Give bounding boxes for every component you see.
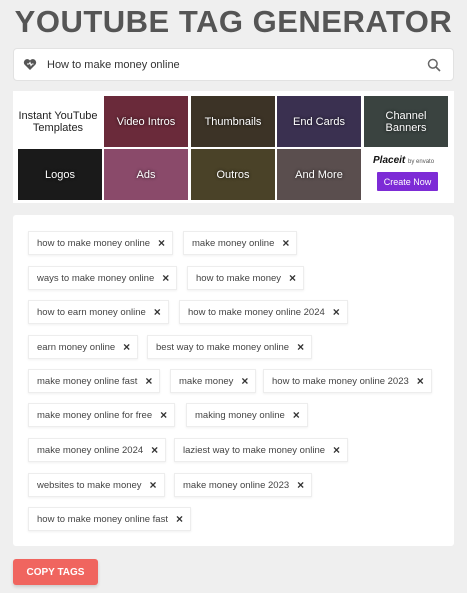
- tile-and-more[interactable]: And More: [277, 149, 361, 200]
- tag-label: ways to make money online: [37, 272, 155, 284]
- tag-label: make money: [179, 375, 234, 387]
- tag-item: laziest way to make money online ×: [174, 438, 349, 462]
- tag-item: earn money online ×: [28, 335, 139, 359]
- close-icon[interactable]: ×: [150, 479, 157, 491]
- close-icon[interactable]: ×: [145, 375, 152, 387]
- close-icon[interactable]: ×: [158, 237, 165, 249]
- copy-tags-button[interactable]: COPY TAGS: [13, 559, 98, 585]
- search-input[interactable]: [47, 49, 427, 80]
- tag-item: ways to make money online ×: [28, 266, 178, 290]
- close-icon[interactable]: ×: [333, 306, 340, 318]
- tag-label: make money online 2023: [183, 479, 290, 491]
- templates-lead-label: Instant YouTube Templates: [16, 96, 100, 147]
- tile-video-intros[interactable]: Video Intros: [104, 96, 188, 147]
- tag-item: how to make money online ×: [28, 231, 174, 255]
- tag-label: how to make money online fast: [37, 513, 168, 525]
- close-icon[interactable]: ×: [123, 341, 130, 353]
- tile-ads[interactable]: Ads: [104, 149, 188, 200]
- page-title: YOUTUBE TAG GENERATOR: [14, 4, 453, 39]
- close-icon[interactable]: ×: [333, 444, 340, 456]
- tag-label: make money online fast: [37, 375, 138, 387]
- tag-item: how to make money online 2023 ×: [263, 369, 432, 393]
- tile-logos[interactable]: Logos: [18, 149, 102, 200]
- close-icon[interactable]: ×: [297, 479, 304, 491]
- tag-item: how to make money online 2024 ×: [179, 300, 348, 324]
- tag-item: make money online for free ×: [28, 403, 176, 427]
- tag-item: best way to make money online ×: [147, 335, 313, 359]
- tag-label: best way to make money online: [156, 341, 290, 353]
- close-icon[interactable]: ×: [160, 409, 167, 421]
- tag-label: laziest way to make money online: [183, 444, 326, 456]
- tile-outros[interactable]: Outros: [191, 149, 275, 200]
- close-icon[interactable]: ×: [151, 444, 158, 456]
- tile-channel-banners[interactable]: Channel Banners: [364, 96, 448, 147]
- close-icon[interactable]: ×: [297, 341, 304, 353]
- close-icon[interactable]: ×: [282, 237, 289, 249]
- tag-item: make money online 2024 ×: [28, 438, 167, 462]
- tag-item: websites to make money ×: [28, 473, 165, 497]
- create-now-button[interactable]: Create Now: [377, 172, 438, 191]
- tag-item: make money online ×: [183, 231, 298, 255]
- tag-label: websites to make money: [37, 479, 142, 491]
- placeit-logo: Placeit by envato: [373, 155, 435, 166]
- close-icon[interactable]: ×: [289, 272, 296, 284]
- tile-end-cards[interactable]: End Cards: [277, 96, 361, 147]
- placeit-promo: Placeit by envato Create Now: [364, 149, 448, 200]
- close-icon[interactable]: ×: [417, 375, 424, 387]
- search-bar: [13, 48, 454, 81]
- tag-label: how to make money online: [37, 237, 151, 249]
- close-icon[interactable]: ×: [241, 375, 248, 387]
- close-icon[interactable]: ×: [293, 409, 300, 421]
- tag-label: how to make money: [196, 272, 282, 284]
- tag-item: make money ×: [170, 369, 257, 393]
- tag-item: how to make money ×: [187, 266, 305, 290]
- tag-label: how to make money online 2024: [188, 306, 325, 318]
- close-icon[interactable]: ×: [162, 272, 169, 284]
- close-icon[interactable]: ×: [176, 513, 183, 525]
- tag-label: make money online for free: [37, 409, 153, 421]
- tag-label: how to earn money online: [37, 306, 146, 318]
- templates-banner: Instant YouTube Templates Video Intros T…: [13, 91, 454, 203]
- tag-label: how to make money online 2023: [272, 375, 409, 387]
- tag-item: how to make money online fast ×: [28, 507, 191, 531]
- tag-item: how to earn money online ×: [28, 300, 169, 324]
- tag-label: make money online 2024: [37, 444, 144, 456]
- tags-panel: how to make money online × make money onl…: [13, 215, 454, 546]
- tag-label: making money online: [195, 409, 285, 421]
- tag-label: make money online: [192, 237, 275, 249]
- tile-thumbnails[interactable]: Thumbnails: [191, 96, 275, 147]
- tag-item: making money online ×: [186, 403, 308, 427]
- tag-label: earn money online: [37, 341, 116, 353]
- tag-item: make money online fast ×: [28, 369, 161, 393]
- heart-icon: [23, 57, 39, 73]
- close-icon[interactable]: ×: [154, 306, 161, 318]
- tag-item: make money online 2023 ×: [174, 473, 313, 497]
- search-icon[interactable]: [427, 57, 443, 73]
